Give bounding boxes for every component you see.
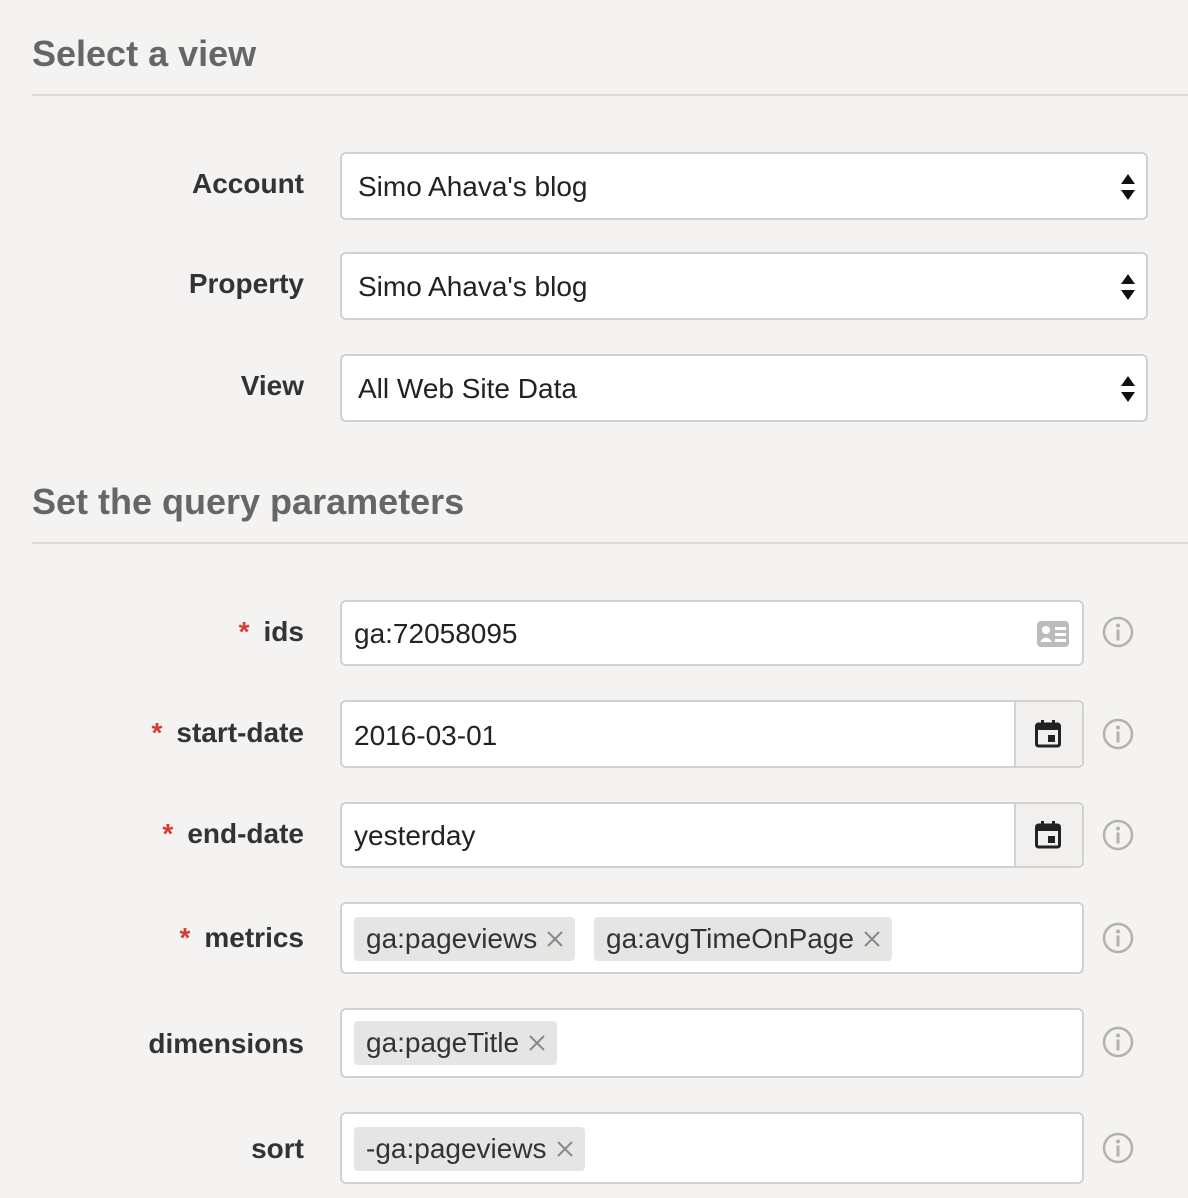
metric-tag: ga:avgTimeOnPage bbox=[594, 917, 892, 961]
section-divider bbox=[32, 94, 1188, 96]
sort-tag: -ga:pageviews bbox=[354, 1127, 585, 1171]
metrics-tag-input[interactable]: ga:pageviews ga:avgTimeOnPage bbox=[340, 902, 1084, 974]
close-icon[interactable] bbox=[862, 929, 882, 949]
metrics-row: * metrics ga:pageviews ga:avgTimeOnPage bbox=[0, 902, 1188, 974]
ids-input-value: ga:72058095 bbox=[354, 618, 518, 649]
section-title-select-view: Select a view bbox=[32, 33, 257, 74]
sort-tag-label: -ga:pageviews bbox=[366, 1133, 547, 1164]
end-date-label: * end-date bbox=[162, 818, 304, 849]
start-date-row: * start-date 2016-03-01 bbox=[0, 700, 1188, 768]
calendar-icon bbox=[1035, 821, 1061, 849]
info-icon[interactable] bbox=[1102, 616, 1134, 648]
dimension-tag: ga:pageTitle bbox=[354, 1021, 558, 1065]
end-date-input[interactable]: yesterday bbox=[340, 802, 1084, 868]
view-select-value: All Web Site Data bbox=[358, 373, 577, 404]
id-card-icon[interactable] bbox=[1036, 620, 1070, 648]
required-marker: * bbox=[162, 818, 174, 849]
section-title-query-parameters: Set the query parameters bbox=[32, 481, 465, 522]
property-row: Property Simo Ahava's blog bbox=[0, 252, 1188, 320]
info-icon[interactable] bbox=[1102, 1026, 1134, 1058]
start-date-picker-button[interactable] bbox=[1014, 702, 1082, 766]
required-marker: * bbox=[179, 922, 191, 953]
view-row: View All Web Site Data bbox=[0, 354, 1188, 422]
info-icon[interactable] bbox=[1102, 718, 1134, 750]
close-icon[interactable] bbox=[545, 929, 565, 949]
section-divider bbox=[32, 542, 1188, 544]
start-date-input[interactable]: 2016-03-01 bbox=[340, 700, 1084, 768]
calendar-icon bbox=[1035, 720, 1061, 748]
updown-arrows-icon bbox=[1121, 274, 1135, 300]
required-marker: * bbox=[238, 616, 250, 647]
account-select-value: Simo Ahava's blog bbox=[358, 171, 588, 202]
sort-label: sort bbox=[251, 1133, 304, 1164]
query-explorer-form: Select a view Account Simo Ahava's blog … bbox=[0, 0, 1188, 1198]
ids-row: * ids ga:72058095 bbox=[0, 600, 1188, 666]
sort-tag-input[interactable]: -ga:pageviews bbox=[340, 1112, 1084, 1184]
info-icon[interactable] bbox=[1102, 1132, 1134, 1164]
end-date-input-value: yesterday bbox=[354, 820, 476, 851]
start-date-label: * start-date bbox=[151, 717, 305, 748]
info-icon[interactable] bbox=[1102, 922, 1134, 954]
updown-arrows-icon bbox=[1121, 376, 1135, 402]
metric-tag-label: ga:pageviews bbox=[366, 923, 538, 954]
info-icon[interactable] bbox=[1102, 819, 1134, 851]
ids-input[interactable]: ga:72058095 bbox=[340, 600, 1084, 666]
property-select[interactable]: Simo Ahava's blog bbox=[340, 252, 1148, 320]
close-icon[interactable] bbox=[555, 1139, 575, 1159]
view-label: View bbox=[240, 370, 304, 401]
account-select[interactable]: Simo Ahava's blog bbox=[340, 152, 1148, 220]
sort-row: sort -ga:pageviews bbox=[0, 1112, 1188, 1184]
dimensions-tag-input[interactable]: ga:pageTitle bbox=[340, 1008, 1084, 1078]
dimension-tag-label: ga:pageTitle bbox=[366, 1027, 520, 1058]
close-icon[interactable] bbox=[527, 1033, 547, 1053]
property-label: Property bbox=[188, 268, 304, 299]
dimensions-label: dimensions bbox=[148, 1028, 304, 1059]
updown-arrows-icon bbox=[1121, 174, 1135, 200]
account-label: Account bbox=[192, 168, 304, 199]
required-marker: * bbox=[151, 717, 163, 748]
view-select[interactable]: All Web Site Data bbox=[340, 354, 1148, 422]
dimensions-row: dimensions ga:pageTitle bbox=[0, 1008, 1188, 1078]
account-row: Account Simo Ahava's blog bbox=[0, 152, 1188, 220]
metrics-label: * metrics bbox=[179, 922, 304, 953]
ids-label: * ids bbox=[238, 616, 304, 647]
start-date-input-value: 2016-03-01 bbox=[354, 720, 498, 751]
metric-tag: ga:pageviews bbox=[354, 917, 576, 961]
property-select-value: Simo Ahava's blog bbox=[358, 271, 588, 302]
end-date-row: * end-date yesterday bbox=[0, 802, 1188, 868]
metric-tag-label: ga:avgTimeOnPage bbox=[606, 923, 854, 954]
end-date-picker-button[interactable] bbox=[1014, 804, 1082, 866]
